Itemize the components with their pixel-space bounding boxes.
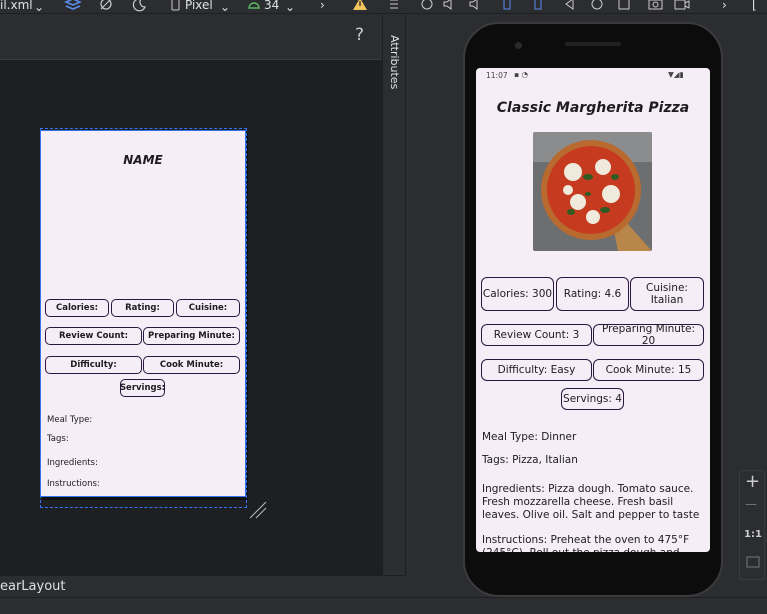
clock: 11:07 [486,71,508,80]
help-icon[interactable]: ? [355,25,364,45]
android-studio-window: il.xml ⌄ Pixel ⌄ 34 ⌄ › › ⌊ ? NAME Calor… [0,0,767,614]
chevron-down-icon[interactable]: ⌄ [34,0,44,15]
attributes-side-tab[interactable]: Attributes [382,15,406,575]
actual-size-button[interactable]: 1:1 [744,529,762,540]
zoom-controls: + — 1:1 [739,470,765,580]
volume-up-icon[interactable] [443,0,457,12]
meal-type-label: Meal Type: [47,415,93,425]
device-icon[interactable] [170,0,182,12]
chevron-right-icon[interactable]: › [722,0,727,13]
cuisine-label[interactable]: Cuisine: [176,299,240,317]
zoom-in-button[interactable]: + [745,471,760,492]
preparing-minute-label[interactable]: Preparing Minute: [143,327,240,345]
review-count-value[interactable]: Review Count: 3 [481,324,592,346]
difficulty-label[interactable]: Difficulty: [45,356,142,374]
night-mode-icon[interactable] [130,0,148,12]
top-toolbar: il.xml ⌄ Pixel ⌄ 34 ⌄ › › ⌊ [0,0,767,14]
front-camera [515,42,522,49]
warning-icon[interactable] [353,0,367,12]
screen-record-icon[interactable] [674,0,690,12]
layout-preview[interactable]: NAME Calories: Rating: Cuisine: Review C… [40,130,246,497]
bottom-bar [0,597,767,614]
cook-minute-label[interactable]: Cook Minute: [143,356,240,374]
home-icon[interactable] [590,0,604,12]
android-icon[interactable] [247,0,261,12]
ingredients-label: Ingredients: [47,458,98,468]
phone-screen[interactable]: 11:07 ▪ ◔ ▼◢▮ Classic Margherita Pizza C… [476,68,710,552]
power-icon[interactable] [420,0,434,12]
servings-value[interactable]: Servings: 4 [561,388,624,410]
orientation-icon[interactable] [97,0,115,12]
rating-value[interactable]: Rating: 4.6 [556,277,629,311]
speaker [565,42,621,46]
layers-icon[interactable] [64,0,82,12]
status-bar: 11:07 ▪ ◔ ▼◢▮ [476,68,710,84]
preparing-minute-value[interactable]: Preparing Minute: 20 [593,323,704,347]
file-tab[interactable]: il.xml [0,0,33,13]
calories-label[interactable]: Calories: [45,299,109,317]
resize-handle-icon[interactable] [248,500,268,520]
device-selector[interactable]: Pixel [185,0,213,13]
camera-icon[interactable] [648,0,664,12]
component-tree-status: earLayout [0,575,406,597]
pizza-image [533,132,652,251]
review-count-label[interactable]: Review Count: [45,327,142,345]
overview-icon[interactable] [617,0,631,12]
servings-label[interactable]: Servings: [120,379,165,397]
attributes-toolbar-icon[interactable] [388,0,400,12]
tags-value: Tags: Pizza, Italian [482,454,578,466]
calories-value[interactable]: Calories: 300 [481,277,554,311]
back-icon[interactable] [563,0,577,12]
layout-breadcrumb[interactable]: earLayout [0,579,66,594]
cook-minute-value[interactable]: Cook Minute: 15 [593,359,704,381]
chevron-right-icon[interactable]: › [320,0,325,13]
ingredients-value: Ingredients: Pizza dough. Tomato sauce. … [482,483,700,521]
recipe-title: Classic Margherita Pizza [496,100,690,116]
meal-type-value: Meal Type: Dinner [482,431,577,443]
instructions-value: Instructions: Preheat the oven to 475°F … [482,534,690,552]
chevron-down-icon[interactable]: ⌄ [285,0,295,15]
fit-screen-icon[interactable] [746,555,760,569]
rotate-right-icon[interactable] [530,0,544,12]
notification-icons: ▪ ◔ [514,70,529,79]
api-level-selector[interactable]: 34 [264,0,279,13]
rotate-left-icon[interactable] [503,0,517,12]
cuisine-value[interactable]: Cuisine: Italian [630,277,704,311]
design-header: ? [0,15,382,60]
zoom-out-button[interactable]: — [745,497,757,511]
chevron-down-icon[interactable]: ⌄ [220,0,230,15]
attributes-tab-label: Attributes [388,35,401,90]
rating-label[interactable]: Rating: [111,299,174,317]
name-placeholder: NAME [123,153,163,167]
more-icon[interactable]: ⌊ [752,0,757,13]
tags-label: Tags: [47,434,69,444]
instructions-label: Instructions: [47,479,100,489]
volume-down-icon[interactable] [469,0,483,12]
difficulty-value[interactable]: Difficulty: Easy [481,359,592,381]
signal-battery-icons: ▼◢▮ [668,70,684,79]
